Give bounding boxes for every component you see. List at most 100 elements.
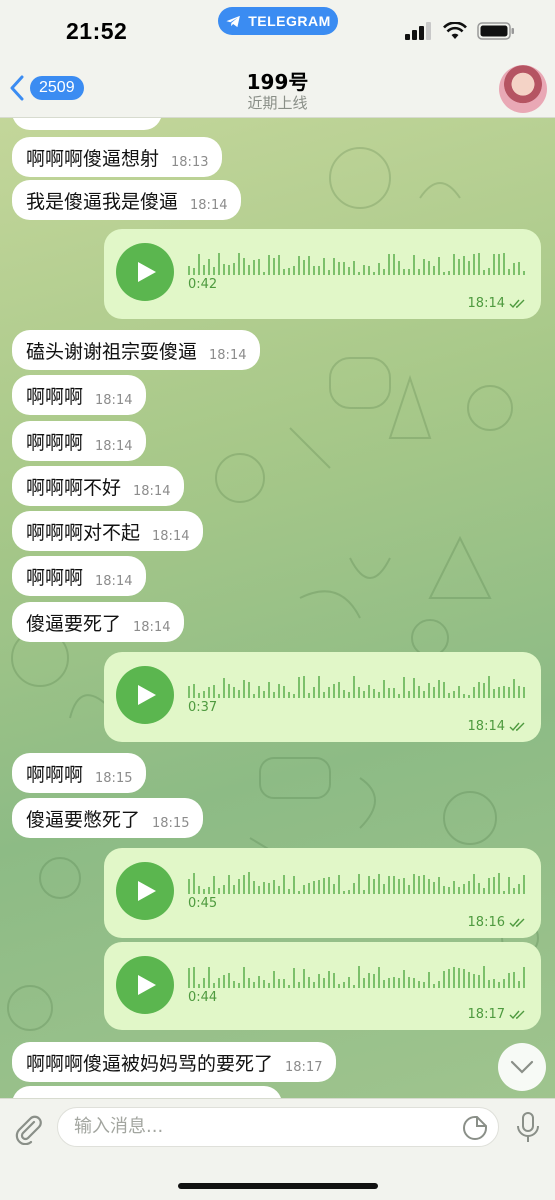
message-bubble[interactable]: 啊啊啊 18:14 — [12, 375, 147, 415]
message-bubble[interactable]: 啊啊啊 18:14 — [12, 556, 147, 596]
play-button[interactable] — [116, 666, 174, 724]
message-input-container[interactable] — [57, 1107, 499, 1147]
chat-title[interactable]: 199号 — [0, 66, 555, 95]
waveform-bar — [203, 691, 205, 698]
scroll-to-bottom-button[interactable] — [498, 1043, 546, 1091]
waveform-bar — [468, 261, 470, 275]
paperclip-icon[interactable] — [12, 1113, 44, 1145]
waveform-bar — [328, 687, 330, 698]
waveform-bar — [463, 694, 465, 698]
waveform-bar — [218, 888, 220, 894]
message-list[interactable]: 啊啊啊傻逼想射 18:13 我是傻逼我是傻逼 18:14 0:42 18:14 … — [0, 118, 555, 1098]
waveform-bar — [433, 687, 435, 698]
message-time: 18:14 — [468, 296, 527, 311]
waveform-bar — [448, 887, 450, 894]
waveform-bar — [228, 973, 230, 988]
waveform-bar — [483, 966, 485, 988]
waveform-bar — [368, 973, 370, 988]
waveform-bar — [388, 876, 390, 894]
waveform-bar — [188, 686, 190, 698]
waveform-bar — [463, 256, 465, 275]
message-bubble[interactable]: 傻逼要死了 18:14 — [12, 602, 185, 642]
waveform-bar — [493, 877, 495, 894]
waveform-bar — [293, 968, 295, 988]
waveform-bar — [493, 689, 495, 698]
message-bubble[interactable]: 磕头谢谢祖宗耍傻逼 18:14 — [12, 330, 261, 370]
voice-message[interactable]: 0:45 18:16 — [104, 848, 541, 938]
waveform-bar — [283, 875, 285, 894]
waveform-bar — [448, 693, 450, 698]
waveform-bar — [433, 984, 435, 988]
waveform-bar — [448, 969, 450, 988]
play-button[interactable] — [116, 243, 174, 301]
waveform-bar — [233, 263, 235, 275]
waveform-bar — [408, 269, 410, 275]
message-time-text: 18:14 — [467, 719, 505, 734]
waveform-bar — [313, 982, 315, 988]
message-time: 18:14 — [95, 438, 133, 454]
waveform-bar — [373, 689, 375, 698]
waveform-bar — [488, 878, 490, 894]
waveform-bar — [243, 258, 245, 275]
message-bubble[interactable]: 傻逼要憋死了 18:15 — [12, 798, 204, 838]
waveform-bar — [343, 690, 345, 698]
waveform-bar — [423, 259, 425, 275]
waveform-bar — [253, 982, 255, 988]
waveform-bar — [203, 978, 205, 988]
waveform-bar — [323, 692, 325, 698]
message-text: 啊啊啊 — [26, 431, 84, 454]
telegram-pill[interactable]: TELEGRAM — [218, 7, 338, 35]
waveform-bar — [203, 265, 205, 275]
waveform-bar — [518, 884, 520, 894]
waveform-bar — [423, 875, 425, 894]
play-button[interactable] — [116, 862, 174, 920]
waveform-bar — [403, 677, 405, 698]
waveform-bar — [198, 984, 200, 988]
waveform-bar — [488, 980, 490, 988]
message-time: 18:14 — [95, 573, 133, 589]
waveform-bar — [458, 259, 460, 275]
waveform-bar — [463, 969, 465, 988]
message-time-text: 18:14 — [467, 296, 505, 311]
waveform-bar — [358, 874, 360, 894]
message-bubble[interactable]: 啊啊啊傻逼被妈妈骂的要死了 18:17 — [12, 1042, 337, 1082]
message-bubble[interactable]: 我是傻逼我是傻逼 18:14 — [12, 180, 242, 220]
waveform-bar — [408, 691, 410, 698]
waveform-bar — [358, 272, 360, 275]
waveform-bar — [478, 253, 480, 275]
voice-duration: 0:45 — [188, 896, 218, 911]
message-bubble[interactable]: 啊啊啊 18:14 — [12, 421, 147, 461]
message-bubble[interactable]: 啊啊啊傻逼想射 18:13 — [12, 137, 223, 177]
message-bubble[interactable]: 啊啊啊不好 18:14 — [12, 466, 185, 506]
waveform-bar — [303, 885, 305, 894]
play-button[interactable] — [116, 956, 174, 1014]
waveform-bar — [353, 676, 355, 698]
waveform-bar — [298, 677, 300, 698]
waveform-bar — [418, 876, 420, 894]
waveform-bar — [473, 687, 475, 698]
message-time: 18:14 — [209, 347, 247, 363]
double-check-icon — [509, 722, 525, 731]
voice-message[interactable]: 0:44 18:17 — [104, 942, 541, 1030]
message-bubble[interactable]: 啊啊啊对不起 18:14 — [12, 511, 204, 551]
message-input[interactable] — [74, 1116, 454, 1137]
sticker-icon[interactable] — [462, 1115, 488, 1141]
message-bubble[interactable]: 啊啊啊 18:15 — [12, 753, 147, 793]
message-time-text: 18:17 — [467, 1007, 505, 1022]
avatar[interactable] — [499, 65, 547, 113]
message-time: 18:16 — [468, 915, 527, 930]
voice-duration: 0:37 — [188, 700, 218, 715]
message-bubble-partial — [12, 118, 162, 130]
waveform-bar — [523, 967, 525, 988]
voice-waveform — [188, 253, 525, 275]
microphone-icon[interactable] — [515, 1111, 541, 1145]
waveform-bar — [523, 875, 525, 894]
voice-message[interactable]: 0:42 18:14 — [104, 229, 541, 319]
waveform-bar — [228, 684, 230, 698]
voice-duration: 0:42 — [188, 277, 218, 292]
waveform-bar — [398, 261, 400, 275]
waveform-bar — [443, 272, 445, 275]
waveform-bar — [348, 977, 350, 988]
waveform-bar — [363, 978, 365, 988]
voice-message[interactable]: 0:37 18:14 — [104, 652, 541, 742]
